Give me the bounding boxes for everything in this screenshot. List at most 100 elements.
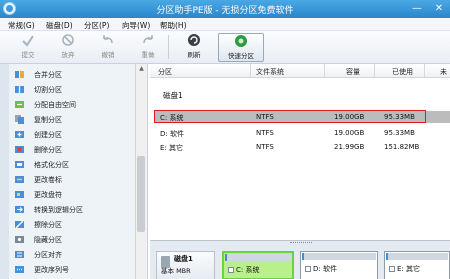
copy-icon — [15, 115, 24, 124]
merge-icon — [15, 71, 24, 78]
usage-fill — [302, 253, 305, 260]
disk-name: 磁盘1 — [174, 255, 193, 263]
minimize-button[interactable]: — — [408, 1, 426, 16]
sidebar-item-label: 分配自由空间 — [34, 101, 76, 109]
col-unused[interactable]: 未 — [440, 67, 447, 77]
sidebar-item-label: 格式化分区 — [34, 161, 69, 169]
partition-block-c[interactable]: C: 系统 — [222, 251, 294, 279]
sidebar-item-change-label[interactable]: 更改卷标 — [14, 173, 132, 188]
partition-block-d[interactable]: D: 软件 — [300, 251, 378, 279]
redo-label: 重做 — [141, 51, 155, 59]
sidebar-item-wipe[interactable]: 擦除分区 — [14, 218, 132, 233]
delete-icon — [15, 146, 24, 153]
sidebar-item-delete[interactable]: 删除分区 — [14, 143, 132, 158]
resize-grip[interactable] — [290, 242, 312, 244]
checkbox-icon — [389, 266, 395, 272]
column-header: 分区 文件系统 容量 已使用 未 — [150, 64, 450, 78]
cell-filesystem: NTFS — [256, 143, 274, 151]
redo-icon — [143, 35, 153, 44]
usage-fill — [386, 253, 388, 260]
convert-icon — [15, 206, 24, 213]
title-bar: 分区助手PE版 - 无损分区免费软件 — ✕ — [0, 0, 450, 18]
allocate-icon — [15, 101, 24, 108]
align-icon — [15, 251, 24, 258]
table-row[interactable]: E: 其它 NTFS 21.99GB 151.82MB — [154, 141, 450, 153]
sidebar-item-label: 切割分区 — [34, 86, 62, 94]
quick-partition-label: 快速分区 — [228, 52, 254, 60]
discard-icon — [62, 34, 74, 46]
undo-button[interactable]: 撤销 — [96, 33, 120, 62]
wipe-icon — [15, 220, 24, 229]
col-partition[interactable]: 分区 — [158, 67, 172, 77]
cell-partition: D: 软件 — [160, 130, 184, 138]
menu-disk[interactable]: 磁盘(D) — [46, 20, 73, 31]
refresh-button[interactable]: 刷新 — [182, 33, 206, 62]
quick-partition-button[interactable]: 快速分区 — [218, 33, 264, 62]
letter-icon — [15, 191, 24, 198]
cell-capacity: 19.00GB — [334, 129, 365, 137]
scrollbar-thumb[interactable] — [137, 156, 145, 232]
undo-label: 撤销 — [101, 51, 115, 59]
submit-icon — [22, 35, 34, 47]
submit-button[interactable]: 提交 — [16, 33, 40, 62]
quick-partition-icon — [235, 35, 247, 47]
col-filesystem[interactable]: 文件系统 — [256, 67, 284, 77]
window-title: 分区助手PE版 - 无损分区免费软件 — [156, 6, 294, 16]
sidebar: 合并分区 切割分区 分配自由空间 复制分区 创建分区 删除分区 格式化分区 更改… — [0, 64, 148, 279]
toolbar: 提交 放弃 撤销 重做 刷新 快速分区 — [0, 31, 450, 64]
col-used[interactable]: 已使用 — [392, 67, 413, 77]
sidebar-item-merge[interactable]: 合并分区 — [14, 68, 132, 83]
submit-label: 提交 — [21, 51, 35, 59]
sidebar-item-allocate[interactable]: 分配自由空间 — [14, 98, 132, 113]
serial-icon — [15, 266, 24, 273]
usage-fill — [225, 254, 227, 261]
sidebar-item-change-letter[interactable]: 更改盘符 — [14, 188, 132, 203]
col-capacity[interactable]: 容量 — [346, 67, 360, 77]
discard-button[interactable]: 放弃 — [56, 33, 80, 62]
sidebar-item-format[interactable]: 格式化分区 — [14, 158, 132, 173]
sidebar-item-hide[interactable]: 隐藏分区 — [14, 233, 132, 248]
col-divider — [374, 64, 375, 78]
sidebar-item-label: 复制分区 — [34, 116, 62, 124]
sidebar-item-copy[interactable]: 复制分区 — [14, 113, 132, 128]
table-row[interactable]: D: 软件 NTFS 19.00GB 95.33MB — [154, 127, 450, 139]
col-divider — [424, 64, 425, 78]
toolbar-separator — [168, 35, 169, 59]
col-divider — [324, 64, 325, 78]
sidebar-item-label: 合并分区 — [34, 71, 62, 79]
cell-partition: E: 其它 — [160, 144, 184, 152]
refresh-label: 刷新 — [187, 51, 201, 59]
cell-used: 95.33MB — [384, 129, 415, 137]
sidebar-item-create[interactable]: 创建分区 — [14, 128, 132, 143]
redo-button[interactable]: 重做 — [136, 33, 160, 62]
refresh-icon — [188, 34, 200, 46]
sidebar-item-serial[interactable]: 更改序列号 — [14, 263, 132, 278]
sidebar-scrollbar[interactable]: ▲ — [135, 64, 146, 279]
sidebar-item-label: 删除分区 — [34, 146, 62, 154]
sidebar-item-convert-logical[interactable]: 转换到逻辑分区 — [14, 203, 132, 218]
menu-partition[interactable]: 分区(P) — [84, 20, 109, 31]
partition-block-label: E: 其它 — [389, 264, 420, 274]
partition-block-e[interactable]: E: 其它 — [384, 251, 450, 279]
disk-card[interactable]: 磁盘1 基本 MBR — [156, 251, 215, 279]
discard-label: 放弃 — [61, 51, 75, 59]
checkbox-icon — [228, 267, 234, 273]
disk-group-label: 磁盘1 — [163, 91, 183, 100]
scroll-up-icon[interactable]: ▲ — [137, 65, 146, 72]
menu-bar: 常规(G) 磁盘(D) 分区(P) 向导(W) 帮助(H) — [0, 18, 450, 31]
format-icon — [15, 161, 24, 168]
sidebar-item-split[interactable]: 切割分区 — [14, 83, 132, 98]
usage-bar — [302, 253, 376, 260]
close-button[interactable]: ✕ — [430, 1, 448, 16]
menu-wizard[interactable]: 向导(W) — [122, 20, 150, 31]
sidebar-item-label: 更改序列号 — [34, 266, 69, 274]
partition-block-label: C: 系统 — [228, 265, 259, 275]
menu-general[interactable]: 常规(G) — [8, 20, 35, 31]
undo-icon — [103, 35, 113, 44]
col-divider — [250, 64, 251, 78]
sidebar-item-align[interactable]: 分区对齐 — [14, 248, 132, 263]
menu-help[interactable]: 帮助(H) — [160, 20, 187, 31]
cell-capacity: 21.99GB — [334, 143, 365, 151]
sidebar-item-label: 创建分区 — [34, 131, 62, 139]
disk-map: 磁盘1 基本 MBR C: 系统 D: 软件 E: 其它 — [150, 240, 450, 279]
